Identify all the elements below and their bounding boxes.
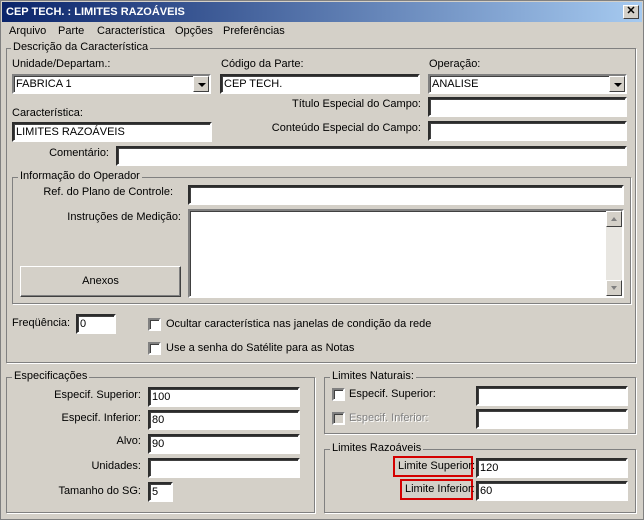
limite-superior-input[interactable]: 120 <box>476 458 628 478</box>
operador-legend: Informação do Operador <box>18 170 142 182</box>
unidade-value: FABRICA 1 <box>16 78 72 90</box>
ocultar-label: Ocultar característica nas janelas de co… <box>166 318 432 330</box>
menu-bar: Arquivo Parte Característica Opções Pref… <box>2 23 642 41</box>
comentario-input[interactable] <box>116 146 627 166</box>
operacao-label: Operação: <box>429 58 481 70</box>
codigo-input[interactable]: CEP TECH. <box>220 74 420 94</box>
unidades-input[interactable] <box>148 458 300 478</box>
operacao-value: ANALISE <box>432 78 479 90</box>
alvo-input[interactable]: 90 <box>148 434 300 454</box>
codigo-label: Código da Parte: <box>221 58 304 70</box>
unidade-label: Unidade/Departam.: <box>12 58 111 70</box>
unidades-label: Unidades: <box>91 460 141 472</box>
naturais-inferior-label: Especif. Inferior: <box>349 412 429 424</box>
menu-opcoes[interactable]: Opções <box>175 25 213 37</box>
razoaveis-legend: Limites Razoáveis <box>330 442 424 454</box>
naturais-inferior-input[interactable] <box>476 409 628 429</box>
alvo-label: Alvo: <box>116 435 141 447</box>
ocultar-checkbox[interactable] <box>148 318 161 331</box>
anexos-button[interactable]: Anexos <box>20 266 181 297</box>
instrucoes-scrollbar[interactable] <box>606 211 622 296</box>
espec-inferior-label: Especif. Inferior: <box>61 412 141 424</box>
titulo-especial-input[interactable] <box>428 97 627 117</box>
window-title: CEP TECH. : LIMITES RAZOÁVEIS <box>6 6 185 18</box>
ref-plano-label: Ref. do Plano de Controle: <box>43 186 173 198</box>
caracteristica-label: Característica: <box>12 107 83 119</box>
limite-inferior-input[interactable]: 60 <box>476 481 628 501</box>
limite-inferior-label: Limite Inferior: <box>405 483 475 495</box>
ref-plano-input[interactable] <box>188 185 624 205</box>
naturais-superior-checkbox[interactable] <box>332 388 345 401</box>
title-bar: CEP TECH. : LIMITES RAZOÁVEIS ✕ <box>2 2 642 22</box>
tamanho-sg-input[interactable]: 5 <box>148 482 173 502</box>
scroll-down-button[interactable] <box>606 280 622 296</box>
espec-superior-input[interactable]: 100 <box>148 387 300 407</box>
espec-inferior-input[interactable]: 80 <box>148 410 300 430</box>
menu-parte[interactable]: Parte <box>58 25 84 37</box>
senha-checkbox[interactable] <box>148 342 161 355</box>
main-window: CEP TECH. : LIMITES RAZOÁVEIS ✕ Arquivo … <box>0 0 644 520</box>
scroll-up-button[interactable] <box>606 211 622 227</box>
menu-preferencias[interactable]: Preferências <box>223 25 285 37</box>
naturais-superior-input[interactable] <box>476 386 628 406</box>
naturais-inferior-checkbox[interactable] <box>332 412 345 425</box>
operacao-dropdown-button[interactable] <box>609 76 625 92</box>
operacao-select[interactable]: ANALISE <box>428 74 627 94</box>
tamanho-sg-label: Tamanho do SG: <box>58 485 141 497</box>
frequencia-input[interactable]: 0 <box>76 314 116 334</box>
unidade-select[interactable]: FABRICA 1 <box>12 74 211 94</box>
close-button[interactable]: ✕ <box>623 5 639 19</box>
titulo-especial-label: Título Especial do Campo: <box>291 98 421 110</box>
frequencia-label: Freqüência: <box>12 317 71 329</box>
comentario-label: Comentário: <box>49 147 109 159</box>
descricao-legend: Descrição da Característica <box>11 41 151 53</box>
naturais-legend: Limites Naturais: <box>330 370 416 382</box>
menu-arquivo[interactable]: Arquivo <box>9 25 46 37</box>
conteudo-especial-label: Conteúdo Especial do Campo: <box>271 122 421 134</box>
senha-label: Use a senha do Satélite para as Notas <box>166 342 355 354</box>
instrucoes-label: Instruções de Medição: <box>67 211 181 223</box>
instrucoes-textarea[interactable] <box>188 209 624 298</box>
unidade-dropdown-button[interactable] <box>193 76 209 92</box>
especificacoes-legend: Especificações <box>12 370 90 382</box>
limite-superior-label: Limite Superior: <box>398 460 476 472</box>
caracteristica-input[interactable]: LIMITES RAZOÁVEIS <box>12 122 212 142</box>
espec-superior-label: Especif. Superior: <box>54 389 141 401</box>
menu-caracteristica[interactable]: Característica <box>97 25 165 37</box>
conteudo-especial-input[interactable] <box>428 121 627 141</box>
naturais-superior-label: Especif. Superior: <box>349 388 436 400</box>
